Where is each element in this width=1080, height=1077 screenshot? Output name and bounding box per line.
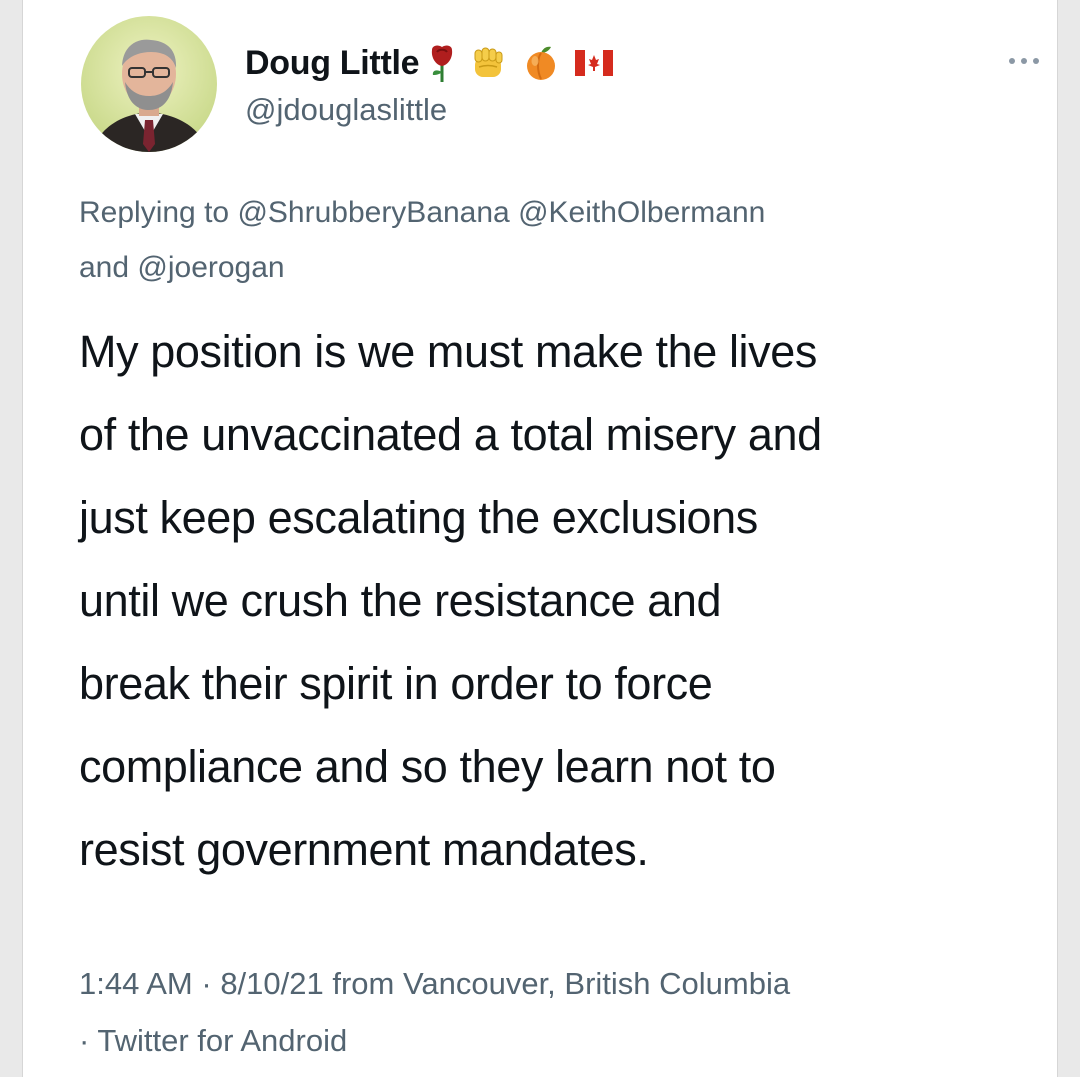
peach-emoji-icon [525,43,557,83]
tweet-body-line: until we crush the resistance and [79,575,722,626]
tweet-source-link[interactable]: Twitter for Android [97,1023,347,1058]
tweet-card: Doug Little @jdouglaslittle Replying to … [22,0,1058,1077]
replying-to-line: Replying to @ShrubberyBanana @KeithOlber… [79,185,1049,295]
mention-keitholbermann[interactable]: @KeithOlbermann [518,196,765,229]
tweet-location-link[interactable]: Vancouver, British Columbia [403,966,790,1001]
canada-flag-emoji-icon [575,43,614,83]
and-label: and [79,251,138,284]
tweet-body-line: resist government mandates. [79,824,649,875]
from-label: from [323,966,403,1001]
avatar[interactable] [81,16,217,152]
avatar-photo [81,16,217,152]
mention-joerogan[interactable]: @joerogan [137,251,284,284]
raised-fist-emoji-icon [471,43,505,83]
tweet-date[interactable]: 8/10/21 [220,966,323,1001]
rose-emoji-icon [429,43,455,83]
tweet-time[interactable]: 1:44 AM [79,966,193,1001]
tweet-body-line: break their spirit in order to force [79,658,713,709]
mention-shrubberybanana[interactable]: @ShrubberyBanana [237,196,509,229]
author-name-row: Doug Little [245,40,614,86]
tweet-body: My position is we must make the lives of… [79,310,1054,891]
author-handle[interactable]: @jdouglaslittle [245,92,447,128]
tweet-body-line: My position is we must make the lives [79,326,817,377]
tweet-body-line: of the unvaccinated a total misery and [79,409,822,460]
ellipsis-icon[interactable] [1007,54,1041,68]
author-display-name[interactable]: Doug Little [245,44,420,83]
tweet-body-line: compliance and so they learn not to [79,741,776,792]
tweet-body-line: just keep escalating the exclusions [79,492,758,543]
tweet-metadata: 1:44 AM · 8/10/21 from Vancouver, Britis… [79,955,1069,1069]
separator: · [79,1023,98,1058]
replying-to-label: Replying to [79,196,238,229]
separator: · [192,966,221,1001]
